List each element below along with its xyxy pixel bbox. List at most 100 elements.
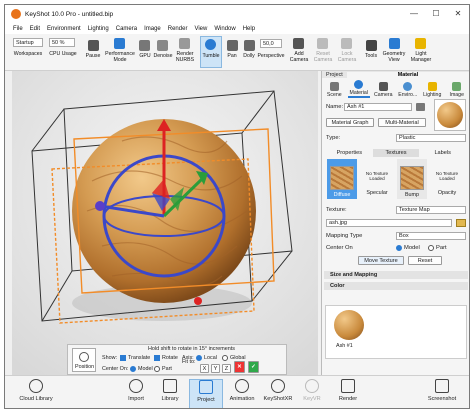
rotate-checkbox[interactable] (154, 355, 160, 361)
cpu-usage-select[interactable]: 50 % (49, 38, 75, 47)
menu-camera[interactable]: Camera (116, 26, 137, 32)
animation-button[interactable]: Animation (225, 379, 259, 402)
axis-local-radio[interactable] (196, 355, 202, 361)
denoise-icon[interactable] (157, 40, 168, 51)
tab-properties[interactable]: Properties (326, 149, 373, 157)
fit-x-button[interactable]: X (200, 364, 209, 373)
center-model-radio[interactable] (130, 366, 136, 372)
close-window-button[interactable]: ✕ (447, 5, 469, 23)
geometry-view-icon[interactable] (389, 38, 400, 49)
keyvr-button[interactable]: KeyVR (295, 379, 329, 402)
center-part-radio[interactable] (154, 366, 160, 372)
move-texture-button[interactable]: Move Texture (358, 256, 404, 265)
performance-mode-icon[interactable] (114, 38, 125, 49)
image-tab[interactable]: Image (446, 82, 468, 98)
tab-textures[interactable]: Textures (372, 149, 420, 157)
texture-slot-diffuse[interactable]: Diffuse (327, 159, 357, 199)
material-type-select[interactable]: Plastic (396, 134, 466, 142)
reset-camera-icon[interactable] (317, 38, 328, 49)
material-thumbnail[interactable] (334, 310, 364, 340)
menu-render[interactable]: Render (168, 26, 188, 32)
cloud-library-button[interactable]: Cloud Library (19, 379, 53, 402)
browse-folder-icon[interactable] (456, 219, 466, 227)
render-button[interactable]: Render (331, 379, 365, 402)
scene-render (12, 71, 318, 375)
size-mapping-section[interactable]: Size and Mapping (324, 271, 468, 279)
x-axis-knob (95, 201, 105, 211)
perspective-select[interactable]: 50,0 (260, 39, 282, 48)
center-on-part-radio[interactable] (428, 245, 434, 251)
menu-lighting[interactable]: Lighting (88, 26, 109, 32)
diffuse-label: Diffuse (333, 192, 351, 198)
scene-tab[interactable]: Scene (323, 82, 345, 98)
diffuse-swatch (330, 166, 354, 190)
camera-tab[interactable]: Camera (372, 82, 394, 98)
tab-material[interactable]: Material (346, 71, 469, 78)
texture-slot-bump[interactable]: Bump (397, 159, 427, 199)
reset-button[interactable]: Reset (408, 256, 442, 265)
menu-help[interactable]: Help (243, 26, 255, 32)
lock-camera-label-2: Camera (337, 57, 357, 63)
menu-file[interactable]: File (13, 26, 23, 32)
multi-material-button[interactable]: Multi-Material (378, 118, 426, 127)
workspace-select[interactable]: Startup (13, 38, 43, 47)
material-name-input[interactable]: Ash #1 (344, 103, 412, 111)
menu-image[interactable]: Image (144, 26, 161, 32)
center-on-label: Center On (326, 245, 353, 251)
project-button[interactable]: Project (189, 379, 223, 408)
mapping-type-select[interactable]: Box (396, 232, 466, 240)
render-nurbs-icon[interactable] (179, 38, 190, 49)
center-on-model-radio[interactable] (396, 245, 402, 251)
dolly-icon[interactable] (244, 40, 255, 51)
tumble-icon (205, 39, 216, 50)
environment-tab[interactable]: Enviro... (397, 82, 419, 98)
title-bar: KeyShot 10.0 Pro - untitled.bip — ☐ ✕ (5, 5, 469, 23)
pan-icon[interactable] (227, 40, 238, 51)
pause-icon[interactable] (88, 40, 99, 51)
tools-icon[interactable] (366, 40, 377, 51)
tab-project[interactable]: Project (322, 72, 347, 78)
lighting-tab[interactable]: Lighting (421, 82, 443, 98)
fit-z-button[interactable]: Z (222, 364, 231, 373)
light-manager-icon[interactable] (415, 38, 426, 49)
menu-environment[interactable]: Environment (47, 26, 81, 32)
add-camera-icon[interactable] (293, 38, 304, 49)
library-button[interactable]: Library (153, 379, 187, 402)
screenshot-button[interactable]: Screenshot (425, 379, 459, 402)
menu-window[interactable]: Window (214, 26, 235, 32)
move-tool-hud: Position Hold shift to rotate in 15° inc… (67, 344, 287, 375)
translate-checkbox[interactable] (120, 355, 126, 361)
axis-global-radio[interactable] (222, 355, 228, 361)
material-tab[interactable]: Material (347, 80, 370, 98)
menu-edit[interactable]: Edit (30, 26, 40, 32)
axis-local-label: Local (204, 355, 217, 361)
image-tab-label: Image (449, 92, 464, 98)
minimize-button[interactable]: — (403, 5, 425, 23)
fit-y-button[interactable]: Y (211, 364, 220, 373)
texture-slot-opacity[interactable]: No Texture Loaded Opacity (432, 159, 462, 199)
tab-labels[interactable]: Labels (419, 149, 466, 157)
maximize-button[interactable]: ☐ (425, 5, 447, 23)
texture-type-select[interactable]: Texture Map (396, 206, 466, 214)
keyshotxr-button[interactable]: KeyShotXR (261, 379, 295, 402)
menu-view[interactable]: View (194, 26, 207, 32)
material-graph-button[interactable]: Material Graph (326, 118, 374, 127)
position-button[interactable]: Position (72, 348, 96, 372)
panel-icon-row: Scene Material Camera Enviro... Lighting… (322, 79, 469, 98)
lock-camera-icon[interactable] (341, 38, 352, 49)
render-viewport[interactable]: Position Hold shift to rotate in 15° inc… (12, 71, 318, 375)
type-label: Type: (326, 135, 341, 141)
perspective-label: Perspective (257, 53, 285, 59)
opacity-empty-label: No Texture Loaded (435, 171, 459, 181)
import-button[interactable]: Import (119, 379, 153, 402)
gpu-icon[interactable] (139, 40, 150, 51)
color-section[interactable]: Color (324, 282, 468, 290)
texture-file-input[interactable]: ash.jpg (326, 219, 452, 227)
cancel-move-icon[interactable]: ✕ (234, 361, 245, 373)
position-label: Position (75, 364, 95, 370)
save-material-icon[interactable] (416, 103, 425, 111)
confirm-move-icon[interactable]: ✓ (248, 361, 259, 373)
center-model-label: Model (138, 366, 153, 372)
animation-icon (235, 379, 249, 393)
texture-slot-specular[interactable]: No Texture Loaded Specular (362, 159, 392, 199)
